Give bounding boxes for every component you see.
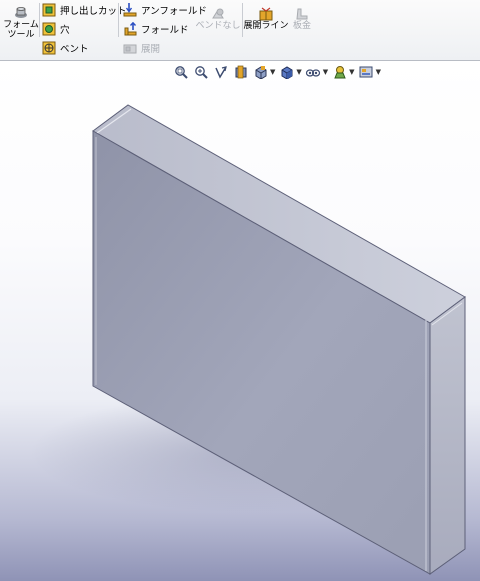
part-model[interactable] bbox=[0, 61, 480, 581]
fold-button[interactable]: フォールド bbox=[123, 21, 189, 37]
sheet-metal-button[interactable]: 板金 bbox=[289, 7, 315, 31]
hole-icon bbox=[42, 22, 56, 36]
vent-button[interactable]: ベント bbox=[42, 40, 89, 56]
toolbar-separator bbox=[39, 3, 40, 37]
fold-label: フォールド bbox=[141, 25, 189, 36]
sheet-metal-icon bbox=[295, 7, 309, 21]
no-bends-label: ベンドなし bbox=[195, 21, 241, 31]
hole-label: 穴 bbox=[60, 25, 70, 36]
form-tool-label-line1: フォーム bbox=[3, 20, 39, 30]
unfold-icon bbox=[123, 3, 137, 17]
toolbar-separator bbox=[118, 3, 119, 37]
hole-button[interactable]: 穴 bbox=[42, 21, 70, 37]
vent-label: ベント bbox=[60, 44, 89, 55]
graphics-area[interactable]: ▼ ▼ ▼ ▼ ▼ bbox=[0, 61, 480, 581]
toolbar-separator bbox=[242, 3, 243, 37]
fold-icon bbox=[123, 21, 137, 36]
no-bends-button[interactable]: ベンドなし bbox=[195, 7, 241, 31]
vent-icon bbox=[42, 41, 56, 55]
flat-pattern-label: 展開ライン bbox=[243, 21, 289, 31]
flatten-button[interactable]: 展開 bbox=[123, 40, 160, 56]
extruded-cut-button[interactable]: 押し出しカット bbox=[42, 2, 127, 18]
form-tool-label-line2: ツール bbox=[7, 30, 35, 40]
flat-pattern-icon bbox=[259, 7, 273, 21]
flatten-label: 展開 bbox=[141, 44, 161, 55]
sheet-metal-label: 板金 bbox=[292, 21, 311, 31]
flat-pattern-button[interactable]: 展開ライン bbox=[243, 7, 289, 31]
right-side-face bbox=[429, 296, 466, 575]
form-tool-button[interactable]: フォーム ツール bbox=[3, 6, 39, 40]
form-tool-icon bbox=[14, 6, 28, 20]
flatten-icon bbox=[123, 41, 137, 55]
extruded-cut-icon bbox=[42, 3, 56, 17]
extruded-cut-label: 押し出しカット bbox=[60, 6, 127, 17]
unfold-button[interactable]: アンフォールド bbox=[123, 2, 207, 18]
command-manager-ribbon: フォーム ツール 押し出しカット 穴 ベント アンフォールド フォールド 展開 … bbox=[0, 0, 480, 61]
no-bends-icon bbox=[211, 7, 225, 21]
